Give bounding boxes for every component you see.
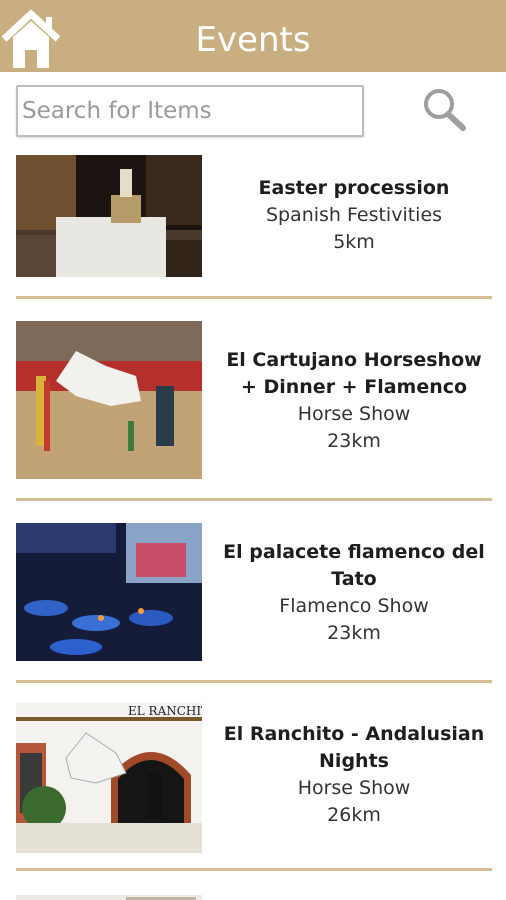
- list-item[interactable]: Easter procession Spanish Festivities 5k…: [16, 150, 492, 299]
- event-category: Horse Show: [297, 403, 411, 425]
- event-distance: 23km: [327, 430, 381, 452]
- event-category: Flamenco Show: [279, 595, 429, 617]
- event-thumbnail: EL RANCHITO: [16, 703, 202, 853]
- page-title: Events: [195, 20, 311, 60]
- list-item[interactable]: El palacete flamenco del Tato Flamenco S…: [16, 501, 492, 683]
- event-distance: 23km: [327, 622, 381, 644]
- event-info: Easter procession Spanish Festivities 5k…: [216, 175, 492, 256]
- ranchito-sign-text: EL RANCHITO: [128, 704, 202, 718]
- event-thumbnail-partial: [16, 891, 202, 900]
- event-distance: 5km: [333, 231, 375, 253]
- search-button[interactable]: [420, 86, 468, 132]
- event-name: El palacete flamenco del Tato: [223, 541, 485, 590]
- event-info: El Cartujano Horseshow + Dinner + Flamen…: [216, 347, 492, 455]
- event-category: Spanish Festivities: [265, 204, 443, 226]
- event-distance: 26km: [327, 804, 381, 826]
- event-info: El Ranchito - Andalusian Nights Horse Sh…: [216, 721, 492, 829]
- search-input[interactable]: [16, 85, 364, 137]
- event-name: El Ranchito - Andalusian Nights: [223, 723, 485, 772]
- event-name: El Cartujano Horseshow + Dinner + Flamen…: [226, 349, 482, 398]
- search-icon: [424, 89, 466, 131]
- event-thumbnail: [16, 155, 202, 277]
- app-header: Events: [0, 0, 506, 72]
- event-thumbnail: [16, 523, 202, 661]
- event-category: Horse Show: [297, 777, 411, 799]
- event-info: El palacete flamenco del Tato Flamenco S…: [216, 539, 492, 647]
- list-item[interactable]: EL RANCHITO El Ranchito - Andalusian Nig…: [16, 683, 492, 871]
- event-thumbnail: [16, 321, 202, 479]
- list-item[interactable]: El Cartujano Horseshow + Dinner + Flamen…: [16, 299, 492, 501]
- event-name: Easter procession: [258, 177, 450, 199]
